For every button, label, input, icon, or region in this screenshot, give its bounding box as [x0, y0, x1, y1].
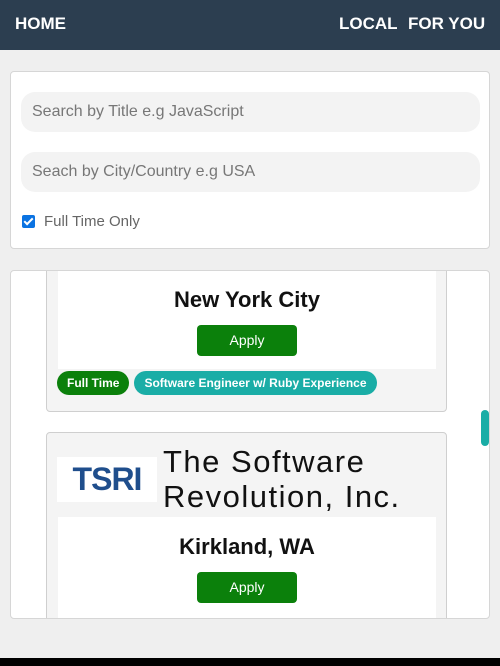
job-location-panel: Kirkland, WA Apply	[58, 517, 436, 618]
full-time-label: Full Time Only	[44, 213, 140, 230]
job-results-list[interactable]: New York City Apply Full Time Software E…	[10, 270, 490, 619]
scrollbar-thumb[interactable]	[481, 410, 489, 446]
job-type-tag[interactable]: Full Time	[57, 371, 130, 395]
job-tags: Full Time Software Engineer w/ Ruby Expe…	[57, 371, 382, 395]
job-card: TSRI The Software Revolution, Inc. Kirkl…	[46, 432, 447, 618]
bottom-edge-bar	[0, 658, 500, 666]
job-location: Kirkland, WA	[179, 534, 315, 559]
job-location-panel: New York City Apply	[58, 271, 436, 369]
nav-for-you-link[interactable]: FOR YOU	[408, 14, 485, 34]
top-navbar: HOME LOCAL FOR YOU	[0, 0, 500, 50]
nav-home-link[interactable]: HOME	[15, 14, 66, 34]
title-search-input[interactable]	[21, 92, 480, 132]
full-time-checkbox[interactable]	[22, 215, 35, 228]
job-location: New York City	[174, 287, 320, 312]
company-logo: TSRI	[57, 457, 157, 502]
search-panel: Full Time Only	[10, 71, 490, 249]
nav-local-link[interactable]: LOCAL	[339, 14, 398, 34]
company-logo-text: TSRI	[72, 461, 143, 497]
company-name: The Software Revolution, Inc.	[163, 444, 401, 514]
full-time-filter[interactable]: Full Time Only	[22, 213, 140, 230]
city-search-input[interactable]	[21, 152, 480, 192]
apply-button[interactable]: Apply	[197, 572, 297, 603]
job-card: New York City Apply Full Time Software E…	[46, 271, 447, 412]
apply-button[interactable]: Apply	[197, 325, 297, 356]
job-title-tag[interactable]: Software Engineer w/ Ruby Experience	[134, 371, 377, 395]
